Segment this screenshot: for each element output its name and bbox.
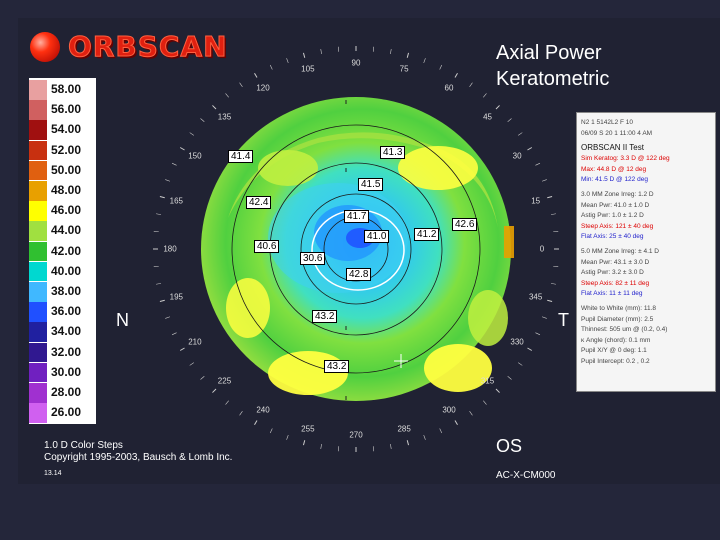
degree-label: 180	[163, 244, 177, 254]
panel-line: Flat Axis: 11 ± 11 deg	[581, 290, 643, 298]
panel-line: Pupil Diameter (mm): 2.5	[581, 315, 654, 323]
panel-line: 5.0 MM Zone Irreg: ± 4.1 D	[581, 248, 659, 255]
map-value-label: 42.4	[246, 196, 272, 209]
temporal-label: T	[558, 310, 569, 330]
degree-label: 330	[510, 337, 524, 347]
panel-line: Steep Axis: 121 ± 40 deg	[581, 222, 654, 230]
panel-line: N2 1 5142L2 F 10	[581, 119, 634, 126]
panel-line: Steep Axis: 82 ± 11 deg	[581, 279, 650, 287]
panel-line: White to White (mm): 11.8	[581, 305, 657, 312]
copyright-note: Copyright 1995-2003, Bausch & Lomb Inc.	[44, 452, 233, 463]
panel-line: Min: 41.5 D @ 122 deg	[581, 176, 648, 184]
degree-label: 300	[442, 405, 456, 415]
degree-label: 285	[397, 424, 411, 434]
panel-line: Max: 44.8 D @ 12 deg	[581, 165, 647, 173]
degree-label: 15	[531, 196, 541, 206]
degree-label: 270	[349, 430, 363, 440]
panel-line: Thinnest: 505 um @ (0.2, 0.4)	[581, 326, 668, 334]
degree-label: 225	[217, 376, 232, 386]
panel-line: Pupil X/Y @ 0 deg: 1.1	[581, 347, 647, 355]
panel-line: Astig Pwr: 1.0 ± 1.2 D	[581, 212, 644, 220]
degree-label: 90	[351, 58, 361, 68]
footer-notes: 1.0 D Color Steps Copyright 1995-2003, B…	[44, 440, 232, 480]
color-steps-note: 1.0 D Color Steps	[44, 440, 123, 451]
map-value-label: 43.2	[324, 360, 350, 373]
degree-label: 345	[528, 292, 543, 302]
degree-label: 120	[256, 83, 270, 93]
map-value-label: 43.2	[312, 310, 338, 323]
nasal-label: N	[116, 310, 129, 330]
map-value-label: 41.0	[364, 230, 390, 243]
version-code: 13.14	[44, 470, 62, 477]
statistics-panel: N2 1 5142L2 F 10 06/09 S 20 1 11:00 4 AM O…	[576, 112, 716, 392]
panel-line: Pupil Intercept: 0.2 , 0.2	[581, 358, 650, 365]
device-id: AC-X-CM000	[496, 470, 556, 481]
degree-label: 60	[444, 83, 454, 93]
degree-label: 240	[256, 405, 270, 415]
map-value-label: 41.2	[414, 228, 440, 241]
degree-label: 315	[480, 376, 495, 386]
degree-label: 165	[169, 196, 184, 206]
panel-line: Sim Keratog: 3.3 D @ 122 deg	[581, 155, 670, 163]
map-value-label: 41.3	[380, 146, 406, 159]
panel-line: 06/09 S 20 1 11:00 4 AM	[581, 129, 653, 137]
eye-label: OS	[496, 436, 523, 456]
panel-line: 3.0 MM Zone Irreg: 1.2 D	[581, 191, 654, 198]
map-value-label: 41.5	[358, 178, 384, 191]
degree-label: 30	[512, 151, 522, 161]
degree-label: 195	[169, 292, 184, 302]
degree-label: 255	[301, 424, 315, 434]
panel-line: Mean Pwr: 43.1 ± 3.0 D	[581, 258, 650, 266]
degree-label: 75	[399, 64, 409, 74]
orbscan-window: ORBSCAN Axial Power Keratometric 58.00 56…	[18, 18, 720, 484]
panel-line: ORBSCAN II Test	[581, 143, 644, 153]
panel-line: Flat Axis: 25 ± 40 deg	[581, 233, 644, 241]
degree-label: 45	[483, 112, 492, 122]
degree-label: 105	[301, 64, 315, 74]
map-value-label: 30.6	[300, 252, 326, 265]
panel-line: Mean Pwr: 41.0 ± 1.0 D	[581, 201, 650, 209]
panel-line: κ Angle (chord): 0.1 mm	[581, 336, 651, 344]
map-value-label: 40.6	[254, 240, 280, 253]
map-value-label: 41.4	[228, 150, 254, 163]
panel-line: Astig Pwr: 3.2 ± 3.0 D	[581, 269, 644, 277]
map-value-label: 41.7	[344, 210, 370, 223]
map-value-label: 42.6	[452, 218, 478, 231]
degree-label: 0	[539, 244, 545, 254]
degree-label: 210	[188, 337, 202, 347]
degree-label: 150	[188, 151, 202, 161]
degree-label: 135	[217, 112, 232, 122]
map-value-label: 42.8	[346, 268, 372, 281]
